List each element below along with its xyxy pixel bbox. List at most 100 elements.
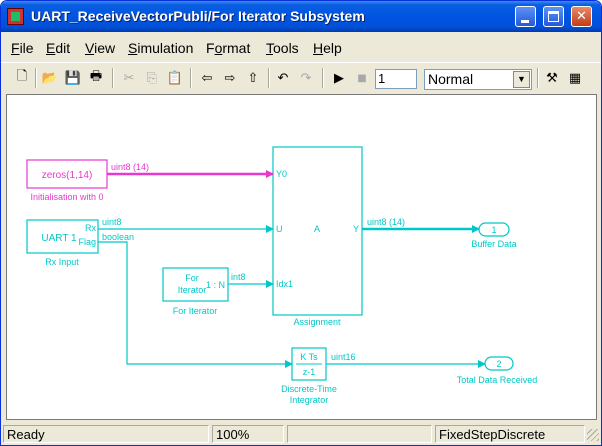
simulink-icon (7, 8, 24, 25)
flag-port-label: Flag (78, 237, 96, 247)
menu-tools[interactable]: Tools (266, 40, 299, 56)
menu-format[interactable]: Format (206, 40, 250, 56)
rx-input-label: Rx Input (45, 257, 79, 267)
menu-file[interactable]: File (11, 40, 34, 56)
minimize-button[interactable] (515, 6, 536, 27)
maximize-icon (548, 11, 559, 22)
for-iterator-block[interactable]: For Iterator 1 : N (162, 267, 229, 302)
constant-value: zeros(1,14) (42, 170, 93, 181)
uart-rx-block[interactable]: UART 1 Rx Flag (26, 219, 99, 254)
outport-1[interactable]: 1 (478, 222, 510, 237)
start-simulation-icon[interactable]: ▶ (330, 69, 348, 87)
simulation-mode-value: Normal (428, 71, 474, 87)
outport-2-label: Total Data Received (457, 375, 538, 385)
toolbar-separator (112, 68, 114, 88)
assignment-label: Assignment (293, 317, 341, 327)
build-icon[interactable]: ⚒ (543, 69, 561, 87)
new-model-icon[interactable]: 🗋 (13, 69, 31, 87)
assignment-block[interactable]: Y0 U A Y Idx1 (272, 146, 363, 316)
toolbar-separator (190, 68, 192, 88)
menu-simulation-mnemonic: S (128, 40, 138, 56)
signal-label-assign: uint8 (14) (367, 217, 405, 227)
integrator-numerator: K Ts (300, 352, 318, 362)
toolbar-separator (268, 68, 270, 88)
library-browser-icon[interactable]: ▦ (566, 69, 584, 87)
menu-simulation[interactable]: Simulation (128, 40, 193, 56)
redo-icon[interactable]: ↷ (297, 69, 315, 87)
undo-icon[interactable]: ↶ (274, 69, 292, 87)
for-iterator-line2: Iterator (178, 285, 207, 295)
open-folder-icon[interactable]: 📂 (41, 69, 59, 87)
y0-port-label: Y0 (276, 169, 287, 179)
menu-help[interactable]: Help (313, 40, 342, 56)
menu-view-label: iew (94, 40, 116, 56)
uart-rx-text: UART 1 (41, 233, 77, 244)
chevron-down-icon[interactable]: ▼ (513, 71, 530, 88)
menu-edit-label: dit (55, 40, 71, 56)
save-icon[interactable]: 💾 (64, 69, 82, 87)
menu-file-mnemonic: F (11, 40, 20, 56)
for-iterator-line1: For (185, 273, 199, 283)
resize-grip-icon[interactable] (587, 429, 599, 441)
outport-2[interactable]: 2 (484, 356, 514, 371)
status-empty (287, 425, 432, 443)
idx-port-label: Idx1 (276, 279, 293, 289)
integrator-block[interactable]: K Ts z-1 (291, 347, 327, 381)
toolbar-separator (537, 68, 539, 88)
menu-bar: File Edit View Simulation Format Tools H… (1, 36, 601, 58)
menu-edit-mnemonic: E (46, 40, 56, 56)
block-diagram[interactable]: zeros(1,14) Initialisation with 0 UART 1… (7, 95, 596, 419)
menu-edit[interactable]: Edit (46, 40, 70, 56)
outport-2-number: 2 (496, 359, 501, 369)
u-port-label: U (276, 224, 283, 234)
for-iterator-label: For Iterator (173, 306, 218, 316)
model-window: UART_ReceiveVectorPubli/For Iterator Sub… (0, 0, 602, 446)
minimize-icon (521, 20, 529, 23)
toolbar: 🗋 📂 💾 🖶 ✂ ⎘ 📋 ⇦ ⇨ ⇧ ↶ ↷ ▶ ■ 1 Normal ▼ ⚒… (1, 62, 601, 92)
signal-label-zeros: uint8 (14) (111, 162, 149, 172)
paste-icon[interactable]: 📋 (166, 69, 184, 87)
maximize-button[interactable] (543, 6, 564, 27)
cut-icon[interactable]: ✂ (120, 69, 138, 87)
menu-format-label-a: F (206, 40, 215, 56)
title-bar[interactable]: UART_ReceiveVectorPubli/For Iterator Sub… (1, 1, 601, 32)
signal-label-flag: boolean (102, 232, 134, 242)
model-canvas[interactable]: zeros(1,14) Initialisation with 0 UART 1… (6, 94, 597, 420)
status-state: Ready (3, 425, 209, 443)
integrator-denominator: z-1 (303, 367, 316, 377)
toolbar-separator (322, 68, 324, 88)
back-arrow-icon[interactable]: ⇦ (198, 69, 216, 87)
outport-1-number: 1 (491, 225, 496, 235)
close-button[interactable]: ✕ (571, 6, 592, 27)
status-solver: FixedStepDiscrete (435, 425, 585, 443)
menu-view[interactable]: View (85, 40, 115, 56)
simulation-mode-select[interactable]: Normal ▼ (424, 69, 532, 90)
toolbar-separator (35, 68, 37, 88)
menu-tools-label: ools (273, 40, 299, 56)
menu-help-label: elp (323, 40, 342, 56)
integrator-label-1: Discrete-Time (281, 384, 337, 394)
copy-icon[interactable]: ⎘ (143, 69, 161, 87)
forward-arrow-icon[interactable]: ⇨ (221, 69, 239, 87)
up-arrow-icon[interactable]: ⇧ (244, 69, 262, 87)
constant-block-label: Initialisation with 0 (30, 192, 103, 202)
constant-block[interactable]: zeros(1,14) (26, 159, 108, 189)
stop-simulation-icon[interactable]: ■ (353, 69, 371, 87)
signal-line-flag-to-integrator[interactable] (98, 241, 293, 368)
integrator-label-2: Integrator (290, 395, 329, 405)
menu-view-mnemonic: V (85, 40, 95, 56)
y-port-label: Y (353, 224, 359, 234)
close-icon: ✕ (576, 9, 587, 24)
menu-tools-mnemonic: T (266, 40, 273, 56)
signal-label-rx: uint8 (102, 217, 122, 227)
for-iterator-range: 1 : N (206, 280, 225, 290)
signal-label-iter: int8 (231, 272, 246, 282)
menu-simulation-label: imulation (137, 40, 194, 56)
menu-file-label: ile (19, 40, 34, 56)
stop-time-input[interactable]: 1 (375, 69, 417, 89)
menu-help-mnemonic: H (313, 40, 324, 56)
menu-format-label-b: rmat (222, 40, 251, 56)
outport-1-label: Buffer Data (471, 239, 516, 249)
print-icon[interactable]: 🖶 (87, 69, 105, 87)
status-bar: Ready 100% FixedStepDiscrete (1, 423, 601, 445)
